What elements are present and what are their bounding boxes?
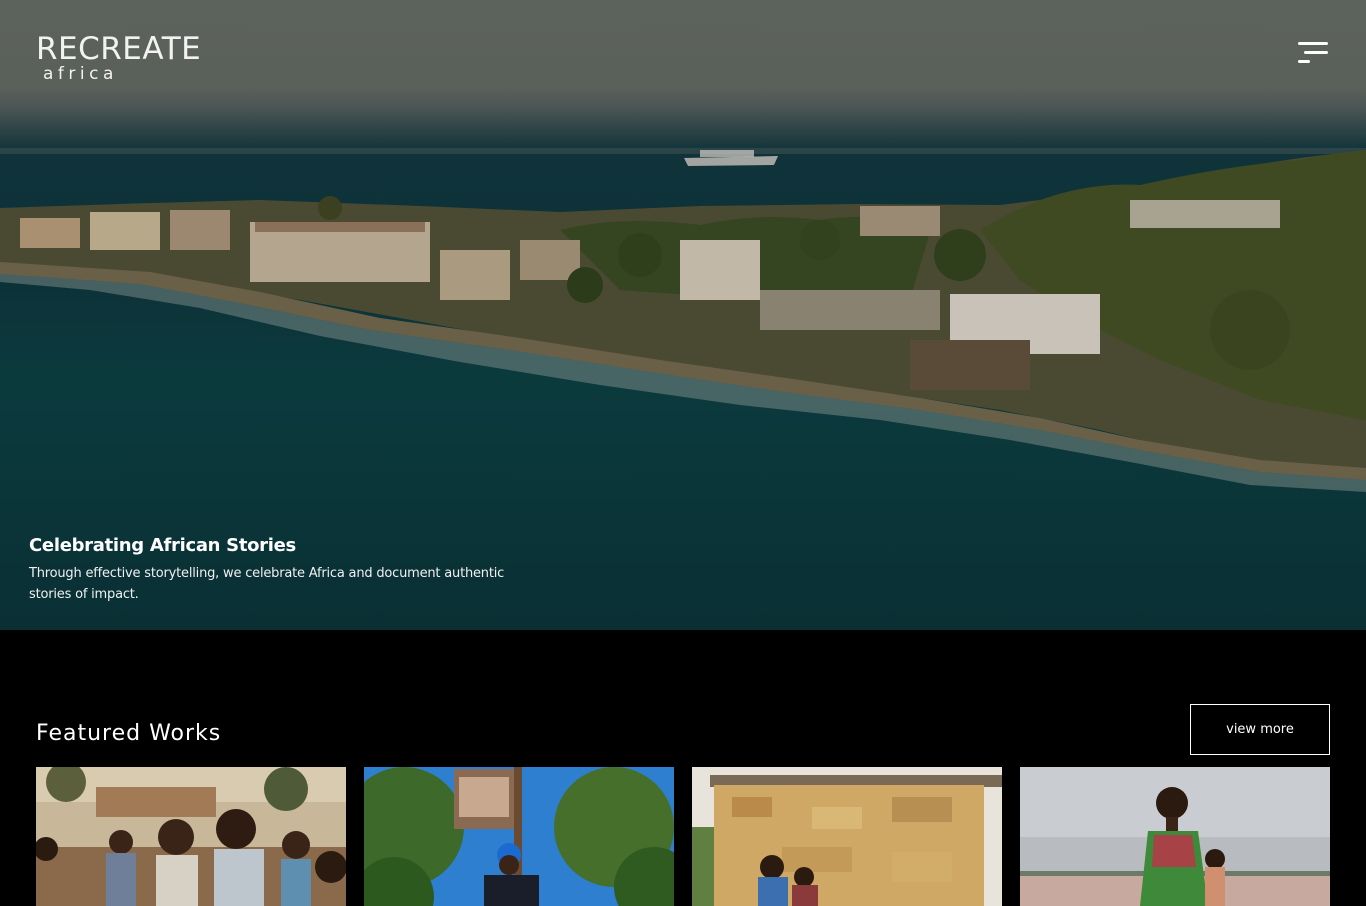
hero-subtitle: Through effective storytelling, we celeb… [29, 566, 505, 602]
featured-work-card[interactable] [36, 767, 346, 906]
logo-wordmark: RECREATE [36, 31, 202, 67]
featured-work-image [692, 767, 1002, 906]
hamburger-menu-icon[interactable] [1296, 42, 1328, 66]
logo-subtitle: africa [43, 64, 118, 84]
featured-work-image [1020, 767, 1330, 906]
featured-work-card[interactable] [1020, 767, 1330, 906]
featured-work-card[interactable] [692, 767, 1002, 906]
hero-title: Celebrating African Stories [29, 535, 296, 556]
featured-works-title: Featured Works [36, 721, 222, 746]
site-logo[interactable]: RECREATE africa [36, 34, 201, 83]
hero-section: RECREATE africa Celebrating African Stor… [0, 0, 1366, 630]
view-more-button[interactable]: view more [1190, 704, 1330, 755]
hero-caption: Celebrating African Stories Through effe… [29, 535, 529, 605]
featured-work-image [36, 767, 346, 906]
featured-works-grid [36, 767, 1330, 906]
featured-work-image [364, 767, 674, 906]
featured-work-card[interactable] [364, 767, 674, 906]
